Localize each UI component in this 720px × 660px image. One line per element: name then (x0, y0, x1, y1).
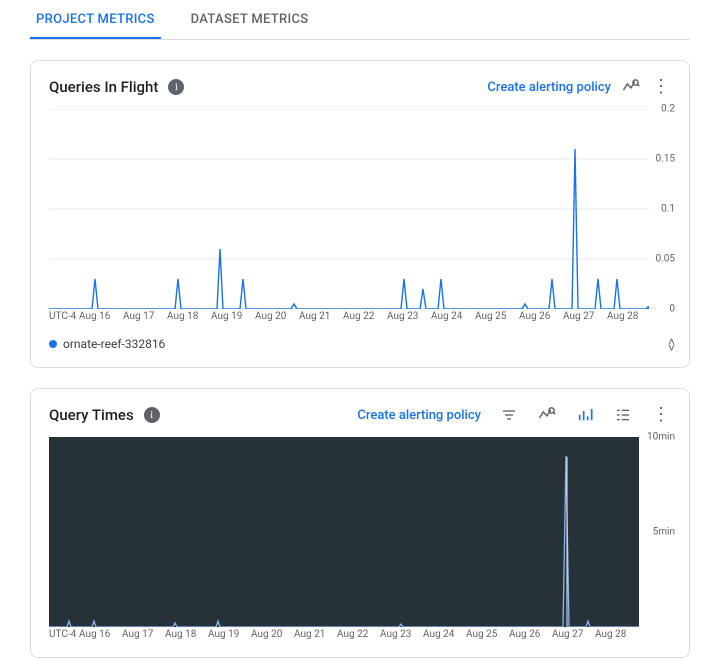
create-alerting-policy-link[interactable]: Create alerting policy (357, 408, 481, 423)
xtick: Aug 16 (79, 629, 122, 640)
chart1-plot (49, 109, 649, 309)
xtick: Aug 25 (475, 311, 519, 322)
filter-icon[interactable] (499, 405, 519, 425)
tab-dataset-metrics[interactable]: DATASET METRICS (185, 0, 315, 39)
xtick: Aug 21 (294, 629, 337, 640)
card-query-times: Query Times i Create alerting policy ⋮ (30, 388, 690, 658)
overflow-menu-icon[interactable]: ⋮ (651, 405, 671, 425)
chart1-yaxis: 0.2 0.15 0.1 0.05 0 (643, 109, 675, 309)
tabs-bar: PROJECT METRICS DATASET METRICS (30, 0, 690, 40)
xtick: Aug 22 (343, 311, 387, 322)
xtick: Aug 24 (423, 629, 466, 640)
xtick: Aug 20 (255, 311, 299, 322)
xtick: Aug 27 (552, 629, 595, 640)
ytick: 0.15 (656, 154, 676, 165)
card1-header: Queries In Flight i Create alerting poli… (49, 77, 671, 97)
xtick: Aug 26 (509, 629, 552, 640)
card1-title: Queries In Flight (49, 78, 158, 96)
xtick: Aug 23 (387, 311, 431, 322)
tab-project-metrics[interactable]: PROJECT METRICS (30, 0, 161, 39)
xtick: Aug 28 (607, 311, 651, 322)
metrics-explorer-icon[interactable] (537, 405, 557, 425)
xtick: Aug 22 (337, 629, 380, 640)
xtick: Aug 17 (122, 629, 165, 640)
metrics-explorer-icon[interactable] (621, 77, 641, 97)
xtick: Aug 17 (123, 311, 167, 322)
xtick: Aug 16 (79, 311, 123, 322)
ytick: 5min (653, 527, 675, 538)
info-icon[interactable]: i (144, 407, 160, 423)
resize-handle-icon[interactable]: ˄˅ (668, 339, 675, 351)
ytick: 0.1 (661, 204, 675, 215)
xtick: Aug 19 (211, 311, 255, 322)
xtick: Aug 26 (519, 311, 563, 322)
xtick: Aug 18 (167, 311, 211, 322)
xtick: Aug 21 (299, 311, 343, 322)
ytick: 0 (669, 304, 675, 315)
xtick: Aug 27 (563, 311, 607, 322)
xtick-tz: UTC-4 (49, 629, 79, 640)
card2-header: Query Times i Create alerting policy ⋮ (49, 405, 671, 425)
xtick: Aug 24 (431, 311, 475, 322)
xtick: Aug 19 (208, 629, 251, 640)
card-queries-in-flight: Queries In Flight i Create alerting poli… (30, 60, 690, 368)
legend-label: ornate-reef-332816 (63, 337, 165, 351)
ytick: 0.05 (656, 254, 676, 265)
chart1-area: 0.2 0.15 0.1 0.05 0 UTC-4 Aug 16 Aug 17 (49, 109, 671, 323)
xtick-tz: UTC-4 (49, 311, 79, 322)
ytick: 10min (647, 432, 675, 443)
chart2-xaxis: UTC-4 Aug 16 Aug 17 Aug 18 Aug 19 Aug 20… (49, 629, 639, 640)
chart2-area: 10min 5min UTC-4 Aug 16 Aug 17 Aug 18 Au… (49, 437, 671, 641)
chart-type-icon[interactable] (575, 405, 595, 425)
xtick: Aug 28 (595, 629, 638, 640)
overflow-menu-icon[interactable]: ⋮ (651, 77, 671, 97)
xtick: Aug 18 (165, 629, 208, 640)
chart1-xaxis: UTC-4 Aug 16 Aug 17 Aug 18 Aug 19 Aug 20… (49, 311, 649, 322)
chart2-plot (49, 437, 639, 627)
legend-swatch (49, 340, 57, 348)
card2-title: Query Times (49, 406, 134, 424)
xtick: Aug 23 (380, 629, 423, 640)
xtick: Aug 25 (466, 629, 509, 640)
table-view-icon[interactable] (613, 405, 633, 425)
info-icon[interactable]: i (168, 79, 184, 95)
chart1-legend: ornate-reef-332816 (49, 337, 671, 351)
xtick: Aug 20 (251, 629, 294, 640)
ytick: 0.2 (661, 104, 675, 115)
create-alerting-policy-link[interactable]: Create alerting policy (487, 80, 611, 95)
chart2-yaxis: 10min 5min (639, 437, 675, 627)
